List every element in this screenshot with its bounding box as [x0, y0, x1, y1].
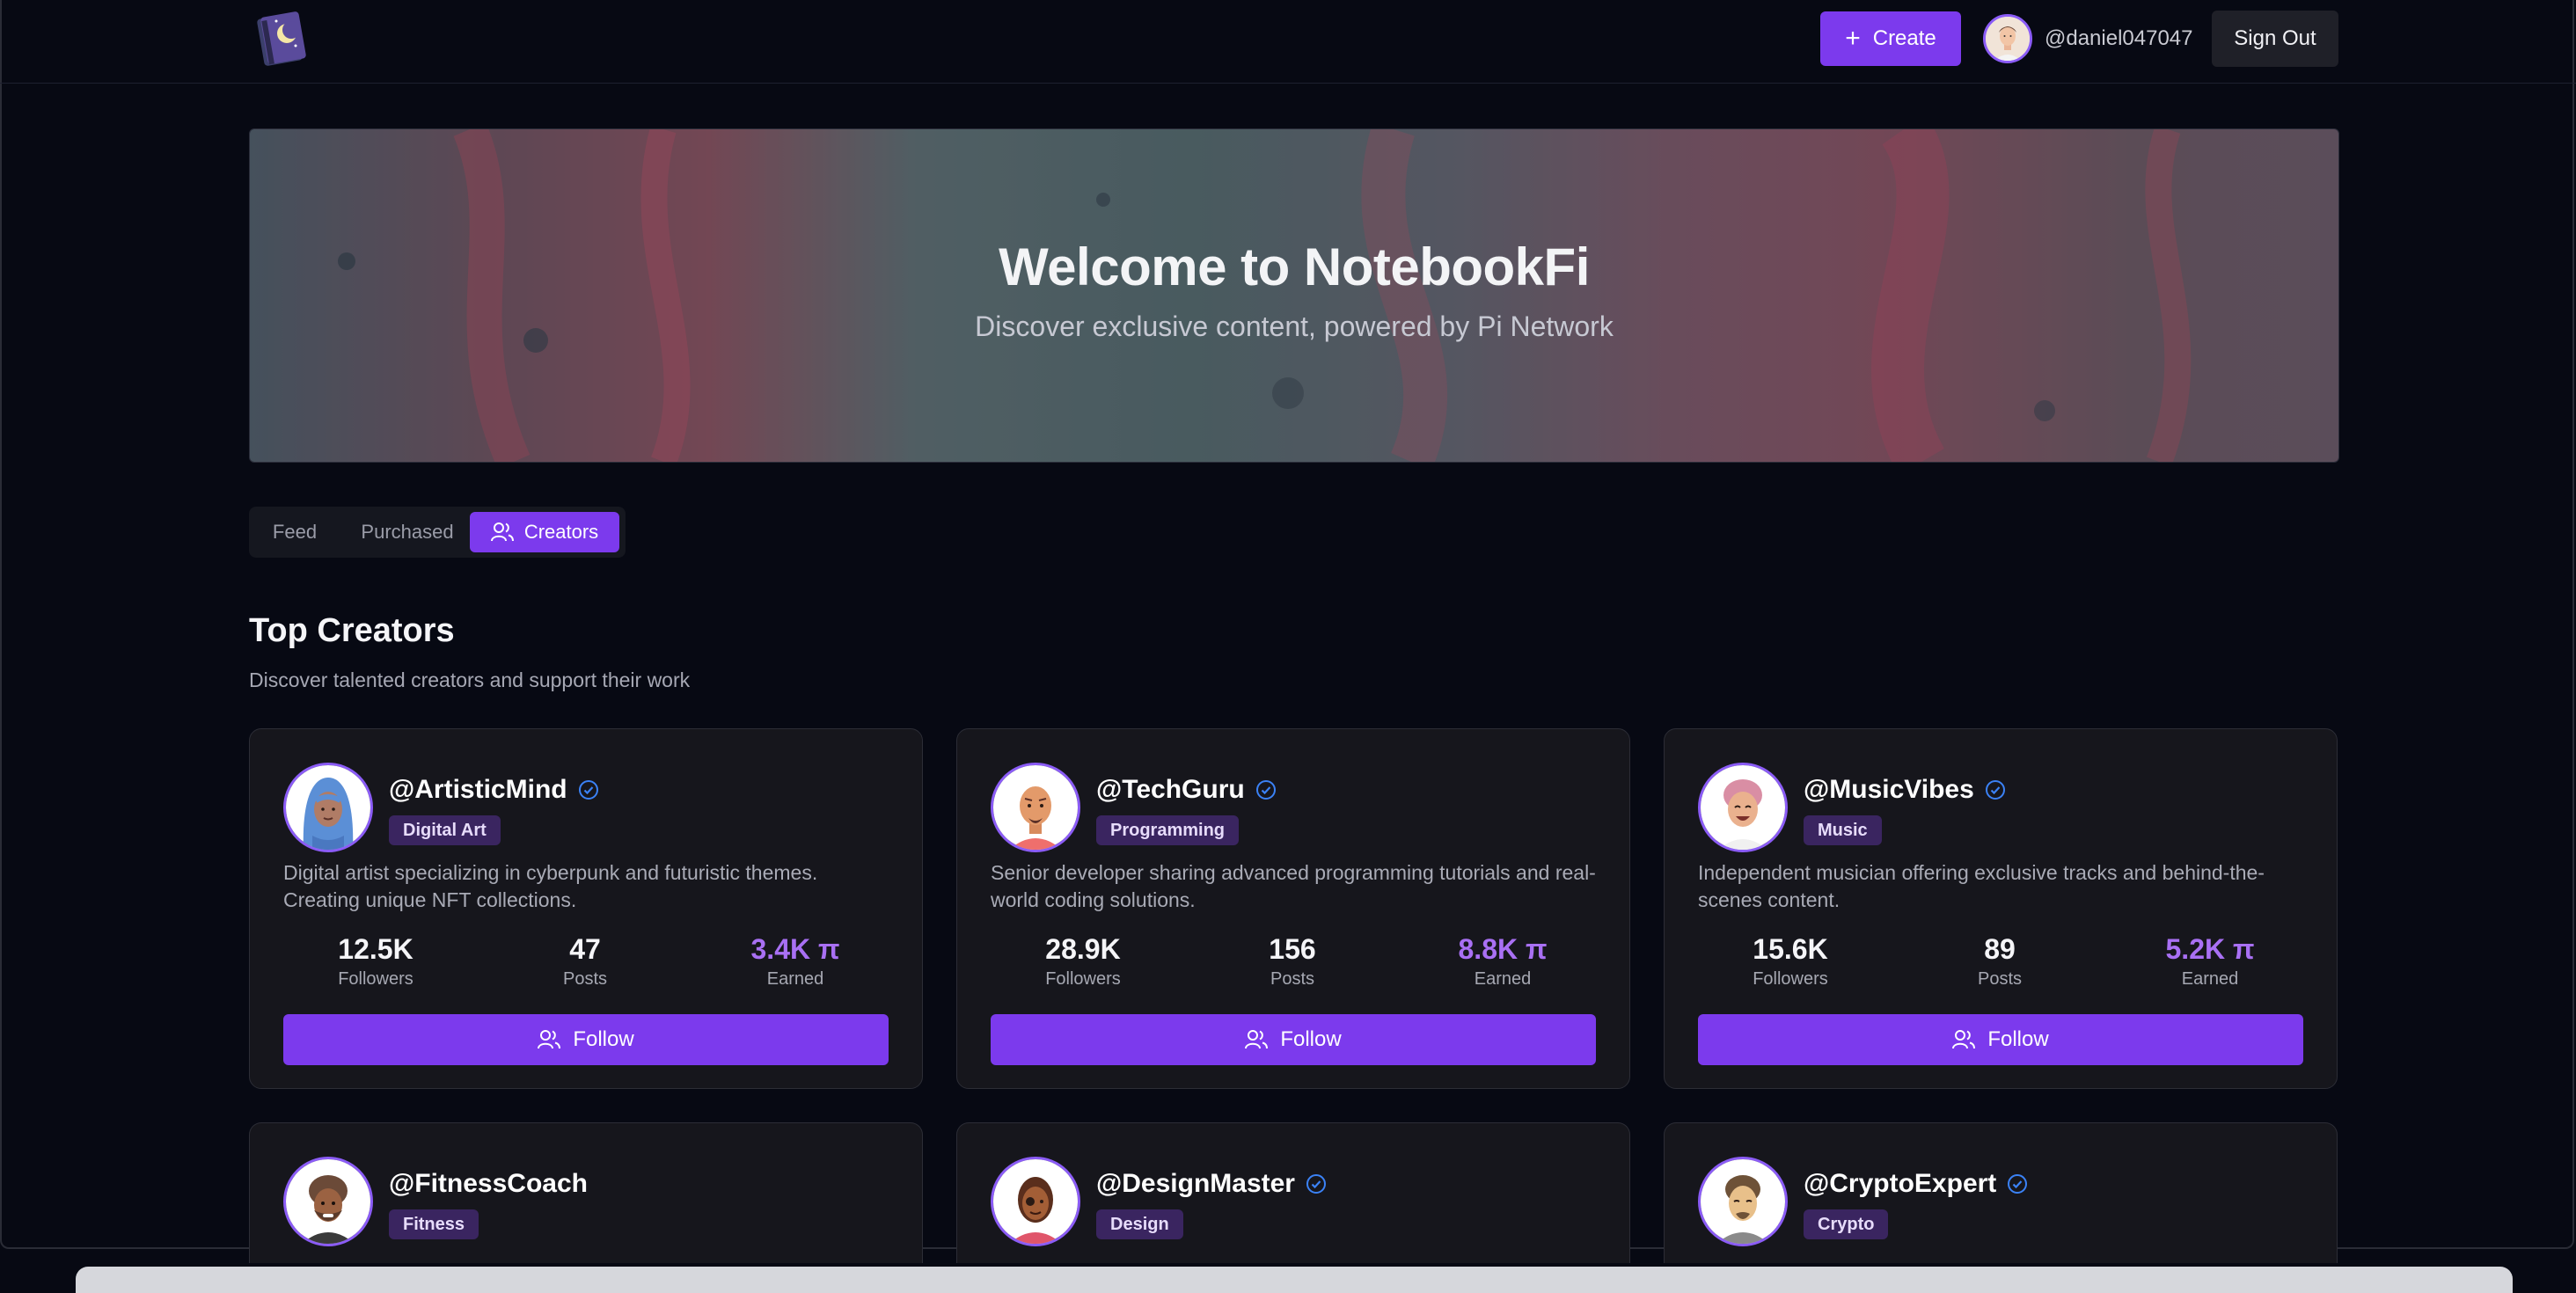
- creator-handle[interactable]: @TechGuru: [1096, 775, 1277, 805]
- stat-earned: 5.2K π Earned: [2122, 933, 2298, 990]
- creator-avatar[interactable]: [1698, 1157, 1788, 1246]
- top-header: + Create @daniel047047 Sign Out: [0, 0, 2576, 84]
- verified-badge-icon: [1255, 780, 1276, 800]
- user-menu[interactable]: @daniel047047: [1983, 12, 2193, 65]
- category-badge: Digital Art: [389, 815, 501, 845]
- posts-label: Posts: [562, 969, 608, 989]
- creator-bio: Senior developer sharing advanced progra…: [991, 861, 1596, 911]
- posts-value: 47: [569, 933, 601, 965]
- section-subtitle: Discover talented creators and support t…: [249, 668, 691, 691]
- creator-avatar[interactable]: [283, 1157, 373, 1246]
- earned-label: Earned: [2181, 969, 2239, 989]
- verified-badge-icon: [1306, 1174, 1326, 1194]
- follow-button[interactable]: Follow: [283, 1014, 889, 1065]
- stat-posts: 89 Posts: [1912, 933, 2088, 990]
- earned-value: 8.8K π: [1458, 933, 1548, 965]
- posts-label: Posts: [1270, 969, 1315, 989]
- create-label: Create: [1872, 26, 1936, 50]
- creator-handle-text: @FitnessCoach: [389, 1169, 588, 1198]
- verified-badge-icon: [2008, 1174, 2028, 1194]
- creator-card: @ArtisticMind Digital Art Digital artist…: [249, 728, 923, 1089]
- users-icon: [1952, 1030, 1976, 1049]
- creator-bio: Digital artist specializing in cyberpunk…: [283, 861, 818, 911]
- os-dock: [76, 1267, 2513, 1293]
- creator-avatar[interactable]: [1698, 763, 1788, 852]
- content-tabs: Feed Purchased Creators: [249, 507, 626, 558]
- posts-value: 156: [1269, 933, 1316, 965]
- hero-title: Welcome to NotebookFi: [999, 237, 1590, 296]
- users-icon: [538, 1030, 561, 1049]
- creator-card: @CryptoExpert Crypto: [1664, 1122, 2338, 1263]
- creator-card: @TechGuru Programming Senior developer s…: [956, 728, 1630, 1089]
- creator-handle-text: @ArtisticMind: [389, 775, 567, 804]
- category-badge: Design: [1096, 1209, 1183, 1239]
- create-button[interactable]: + Create: [1820, 11, 1961, 66]
- hero-subtitle: Discover exclusive content, powered by P…: [975, 310, 1614, 342]
- creator-handle[interactable]: @CryptoExpert: [1804, 1169, 2028, 1199]
- hero-banner: Welcome to NotebookFi Discover exclusive…: [249, 128, 2339, 463]
- verified-badge-icon: [578, 780, 598, 800]
- tab-creators-label: Creators: [523, 521, 599, 543]
- followers-value: 15.6K: [1753, 933, 1828, 965]
- posts-value: 89: [1984, 933, 2016, 965]
- sign-out-button[interactable]: Sign Out: [2212, 11, 2338, 67]
- followers-value: 28.9K: [1045, 933, 1121, 965]
- creator-handle-text: @DesignMaster: [1096, 1169, 1295, 1198]
- follow-label: Follow: [573, 1027, 634, 1051]
- creator-handle[interactable]: @FitnessCoach: [389, 1169, 588, 1199]
- followers-label: Followers: [338, 969, 413, 989]
- tab-purchased[interactable]: Purchased: [340, 512, 474, 552]
- follow-label: Follow: [1987, 1027, 2049, 1051]
- creator-card: @DesignMaster Design: [956, 1122, 1630, 1263]
- username-label: @daniel047047: [2045, 26, 2193, 50]
- earned-value: 5.2K π: [2165, 933, 2255, 965]
- creator-handle[interactable]: @MusicVibes: [1804, 775, 2006, 805]
- followers-label: Followers: [1045, 969, 1121, 989]
- creator-card: @FitnessCoach Fitness: [249, 1122, 923, 1263]
- users-icon: [1245, 1030, 1269, 1049]
- category-badge: Crypto: [1804, 1209, 1889, 1239]
- earned-label: Earned: [1474, 969, 1532, 989]
- followers-value: 12.5K: [338, 933, 413, 965]
- stat-posts: 156 Posts: [1204, 933, 1380, 990]
- creator-handle[interactable]: @DesignMaster: [1096, 1169, 1327, 1199]
- stat-followers: 15.6K Followers: [1702, 933, 1878, 990]
- stat-followers: 28.9K Followers: [995, 933, 1171, 990]
- creator-handle-text: @TechGuru: [1096, 775, 1245, 804]
- users-icon: [490, 522, 514, 542]
- follow-label: Follow: [1280, 1027, 1342, 1051]
- earned-label: Earned: [766, 969, 824, 989]
- follow-button[interactable]: Follow: [1698, 1014, 2303, 1065]
- creator-handle-text: @MusicVibes: [1804, 775, 1974, 804]
- notebook-moon-logo-icon[interactable]: [252, 7, 313, 69]
- category-badge: Fitness: [389, 1209, 479, 1239]
- creator-avatar[interactable]: [991, 763, 1080, 852]
- stat-followers: 12.5K Followers: [288, 933, 464, 990]
- verified-badge-icon: [1985, 780, 2005, 800]
- category-badge: Music: [1804, 815, 1882, 845]
- followers-label: Followers: [1753, 969, 1828, 989]
- user-avatar: [1983, 14, 2032, 63]
- creator-handle-text: @CryptoExpert: [1804, 1169, 1997, 1198]
- stat-posts: 47 Posts: [497, 933, 673, 990]
- creator-bio: Independent musician offering exclusive …: [1698, 861, 2265, 911]
- tab-feed[interactable]: Feed: [260, 512, 330, 552]
- creator-avatar[interactable]: [283, 763, 373, 852]
- posts-label: Posts: [1977, 969, 2023, 989]
- section-title: Top Creators: [249, 612, 455, 649]
- stat-earned: 3.4K π Earned: [707, 933, 883, 990]
- creator-handle[interactable]: @ArtisticMind: [389, 775, 599, 805]
- creator-card: @MusicVibes Music Independent musician o…: [1664, 728, 2338, 1089]
- stat-earned: 8.8K π Earned: [1415, 933, 1591, 990]
- plus-icon: +: [1845, 24, 1861, 53]
- tab-creators[interactable]: Creators: [470, 512, 619, 552]
- earned-value: 3.4K π: [750, 933, 840, 965]
- creator-avatar[interactable]: [991, 1157, 1080, 1246]
- category-badge: Programming: [1096, 815, 1240, 845]
- follow-button[interactable]: Follow: [991, 1014, 1596, 1065]
